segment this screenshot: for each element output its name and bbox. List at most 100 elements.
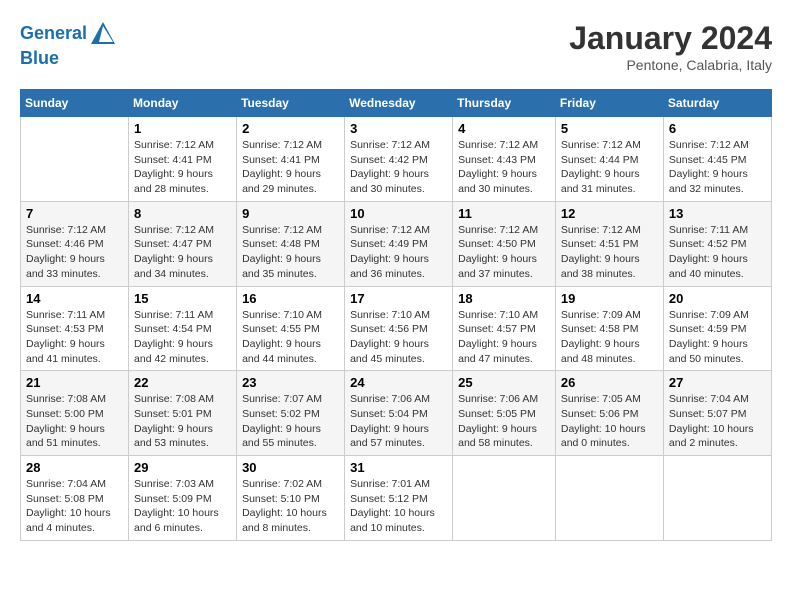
day-number: 11 xyxy=(458,206,550,221)
logo-icon xyxy=(89,20,117,48)
day-cell: 1 Sunrise: 7:12 AM Sunset: 4:41 PM Daylig… xyxy=(129,117,237,202)
day-number: 1 xyxy=(134,121,231,136)
day-cell: 30Sunrise: 7:02 AM Sunset: 5:10 PM Dayli… xyxy=(237,456,345,541)
day-info: Sunrise: 7:12 AM Sunset: 4:49 PM Dayligh… xyxy=(350,223,447,282)
day-cell: 26 Sunrise: 7:05 AM Sunset: 5:06 PM Dayli… xyxy=(555,371,663,456)
day-cell xyxy=(555,456,663,541)
day-info: Sunrise: 7:12 AM Sunset: 4:45 PM Dayligh… xyxy=(669,138,766,197)
day-cell: 13 Sunrise: 7:11 AM Sunset: 4:52 PM Dayli… xyxy=(663,201,771,286)
day-cell: 6 Sunrise: 7:12 AM Sunset: 4:45 PM Daylig… xyxy=(663,117,771,202)
logo-general: General xyxy=(20,23,87,43)
day-info: Sunrise: 7:05 AM Sunset: 5:06 PM Dayligh… xyxy=(561,392,658,451)
column-header-tuesday: Tuesday xyxy=(237,90,345,117)
day-info: Sunrise: 7:12 AM Sunset: 4:44 PM Dayligh… xyxy=(561,138,658,197)
day-number: 19 xyxy=(561,291,658,306)
column-header-thursday: Thursday xyxy=(453,90,556,117)
day-number: 26 xyxy=(561,375,658,390)
day-number: 25 xyxy=(458,375,550,390)
day-cell xyxy=(21,117,129,202)
day-number: 10 xyxy=(350,206,447,221)
week-row-1: 1 Sunrise: 7:12 AM Sunset: 4:41 PM Daylig… xyxy=(21,117,772,202)
day-cell: 17 Sunrise: 7:10 AM Sunset: 4:56 PM Dayli… xyxy=(345,286,453,371)
day-number: 18 xyxy=(458,291,550,306)
day-info: Sunrise: 7:06 AM Sunset: 5:05 PM Dayligh… xyxy=(458,392,550,451)
day-cell: 23Sunrise: 7:07 AM Sunset: 5:02 PM Dayli… xyxy=(237,371,345,456)
day-number: 20 xyxy=(669,291,766,306)
logo-blue: Blue xyxy=(20,48,59,68)
day-number: 31 xyxy=(350,460,447,475)
day-cell: 29Sunrise: 7:03 AM Sunset: 5:09 PM Dayli… xyxy=(129,456,237,541)
logo-text: General Blue xyxy=(20,20,117,70)
day-number: 21 xyxy=(26,375,123,390)
week-row-3: 14Sunrise: 7:11 AM Sunset: 4:53 PM Dayli… xyxy=(21,286,772,371)
day-number: 4 xyxy=(458,121,550,136)
day-info: Sunrise: 7:11 AM Sunset: 4:52 PM Dayligh… xyxy=(669,223,766,282)
day-info: Sunrise: 7:03 AM Sunset: 5:09 PM Dayligh… xyxy=(134,477,231,536)
day-cell: 9 Sunrise: 7:12 AM Sunset: 4:48 PM Daylig… xyxy=(237,201,345,286)
day-cell: 11 Sunrise: 7:12 AM Sunset: 4:50 PM Dayli… xyxy=(453,201,556,286)
day-info: Sunrise: 7:11 AM Sunset: 4:53 PM Dayligh… xyxy=(26,308,123,367)
day-info: Sunrise: 7:12 AM Sunset: 4:41 PM Dayligh… xyxy=(242,138,339,197)
day-number: 27 xyxy=(669,375,766,390)
day-number: 5 xyxy=(561,121,658,136)
day-number: 12 xyxy=(561,206,658,221)
day-cell: 16 Sunrise: 7:10 AM Sunset: 4:55 PM Dayli… xyxy=(237,286,345,371)
day-number: 24 xyxy=(350,375,447,390)
day-info: Sunrise: 7:12 AM Sunset: 4:42 PM Dayligh… xyxy=(350,138,447,197)
day-cell: 19Sunrise: 7:09 AM Sunset: 4:58 PM Dayli… xyxy=(555,286,663,371)
month-title: January 2024 xyxy=(569,20,772,57)
day-cell: 31 Sunrise: 7:01 AM Sunset: 5:12 PM Dayli… xyxy=(345,456,453,541)
day-info: Sunrise: 7:09 AM Sunset: 4:59 PM Dayligh… xyxy=(669,308,766,367)
day-info: Sunrise: 7:10 AM Sunset: 4:55 PM Dayligh… xyxy=(242,308,339,367)
day-cell: 27 Sunrise: 7:04 AM Sunset: 5:07 PM Dayli… xyxy=(663,371,771,456)
day-cell: 21 Sunrise: 7:08 AM Sunset: 5:00 PM Dayli… xyxy=(21,371,129,456)
day-info: Sunrise: 7:12 AM Sunset: 4:50 PM Dayligh… xyxy=(458,223,550,282)
week-row-4: 21 Sunrise: 7:08 AM Sunset: 5:00 PM Dayli… xyxy=(21,371,772,456)
day-cell: 24 Sunrise: 7:06 AM Sunset: 5:04 PM Dayli… xyxy=(345,371,453,456)
day-info: Sunrise: 7:01 AM Sunset: 5:12 PM Dayligh… xyxy=(350,477,447,536)
day-cell: 10 Sunrise: 7:12 AM Sunset: 4:49 PM Dayli… xyxy=(345,201,453,286)
day-info: Sunrise: 7:06 AM Sunset: 5:04 PM Dayligh… xyxy=(350,392,447,451)
day-info: Sunrise: 7:11 AM Sunset: 4:54 PM Dayligh… xyxy=(134,308,231,367)
location: Pentone, Calabria, Italy xyxy=(569,57,772,73)
day-number: 9 xyxy=(242,206,339,221)
column-header-saturday: Saturday xyxy=(663,90,771,117)
title-block: January 2024 Pentone, Calabria, Italy xyxy=(569,20,772,73)
day-number: 7 xyxy=(26,206,123,221)
day-cell: 28Sunrise: 7:04 AM Sunset: 5:08 PM Dayli… xyxy=(21,456,129,541)
day-number: 8 xyxy=(134,206,231,221)
page-header: General Blue January 2024 Pentone, Calab… xyxy=(20,20,772,73)
day-number: 6 xyxy=(669,121,766,136)
day-number: 16 xyxy=(242,291,339,306)
day-number: 15 xyxy=(134,291,231,306)
day-info: Sunrise: 7:12 AM Sunset: 4:43 PM Dayligh… xyxy=(458,138,550,197)
day-cell: 22Sunrise: 7:08 AM Sunset: 5:01 PM Dayli… xyxy=(129,371,237,456)
day-info: Sunrise: 7:12 AM Sunset: 4:41 PM Dayligh… xyxy=(134,138,231,197)
day-info: Sunrise: 7:10 AM Sunset: 4:56 PM Dayligh… xyxy=(350,308,447,367)
day-info: Sunrise: 7:12 AM Sunset: 4:46 PM Dayligh… xyxy=(26,223,123,282)
day-number: 23 xyxy=(242,375,339,390)
day-info: Sunrise: 7:12 AM Sunset: 4:48 PM Dayligh… xyxy=(242,223,339,282)
day-cell: 18 Sunrise: 7:10 AM Sunset: 4:57 PM Dayli… xyxy=(453,286,556,371)
column-header-monday: Monday xyxy=(129,90,237,117)
day-cell: 15 Sunrise: 7:11 AM Sunset: 4:54 PM Dayli… xyxy=(129,286,237,371)
day-cell: 25 Sunrise: 7:06 AM Sunset: 5:05 PM Dayli… xyxy=(453,371,556,456)
day-cell: 12Sunrise: 7:12 AM Sunset: 4:51 PM Dayli… xyxy=(555,201,663,286)
day-info: Sunrise: 7:08 AM Sunset: 5:01 PM Dayligh… xyxy=(134,392,231,451)
day-number: 3 xyxy=(350,121,447,136)
day-cell xyxy=(453,456,556,541)
day-number: 13 xyxy=(669,206,766,221)
day-number: 17 xyxy=(350,291,447,306)
week-row-2: 7 Sunrise: 7:12 AM Sunset: 4:46 PM Daylig… xyxy=(21,201,772,286)
day-info: Sunrise: 7:02 AM Sunset: 5:10 PM Dayligh… xyxy=(242,477,339,536)
day-cell: 3 Sunrise: 7:12 AM Sunset: 4:42 PM Daylig… xyxy=(345,117,453,202)
day-info: Sunrise: 7:08 AM Sunset: 5:00 PM Dayligh… xyxy=(26,392,123,451)
day-cell xyxy=(663,456,771,541)
column-header-friday: Friday xyxy=(555,90,663,117)
day-info: Sunrise: 7:10 AM Sunset: 4:57 PM Dayligh… xyxy=(458,308,550,367)
column-headers: SundayMondayTuesdayWednesdayThursdayFrid… xyxy=(21,90,772,117)
day-cell: 2Sunrise: 7:12 AM Sunset: 4:41 PM Daylig… xyxy=(237,117,345,202)
day-cell: 7 Sunrise: 7:12 AM Sunset: 4:46 PM Daylig… xyxy=(21,201,129,286)
day-info: Sunrise: 7:04 AM Sunset: 5:07 PM Dayligh… xyxy=(669,392,766,451)
logo: General Blue xyxy=(20,20,117,70)
